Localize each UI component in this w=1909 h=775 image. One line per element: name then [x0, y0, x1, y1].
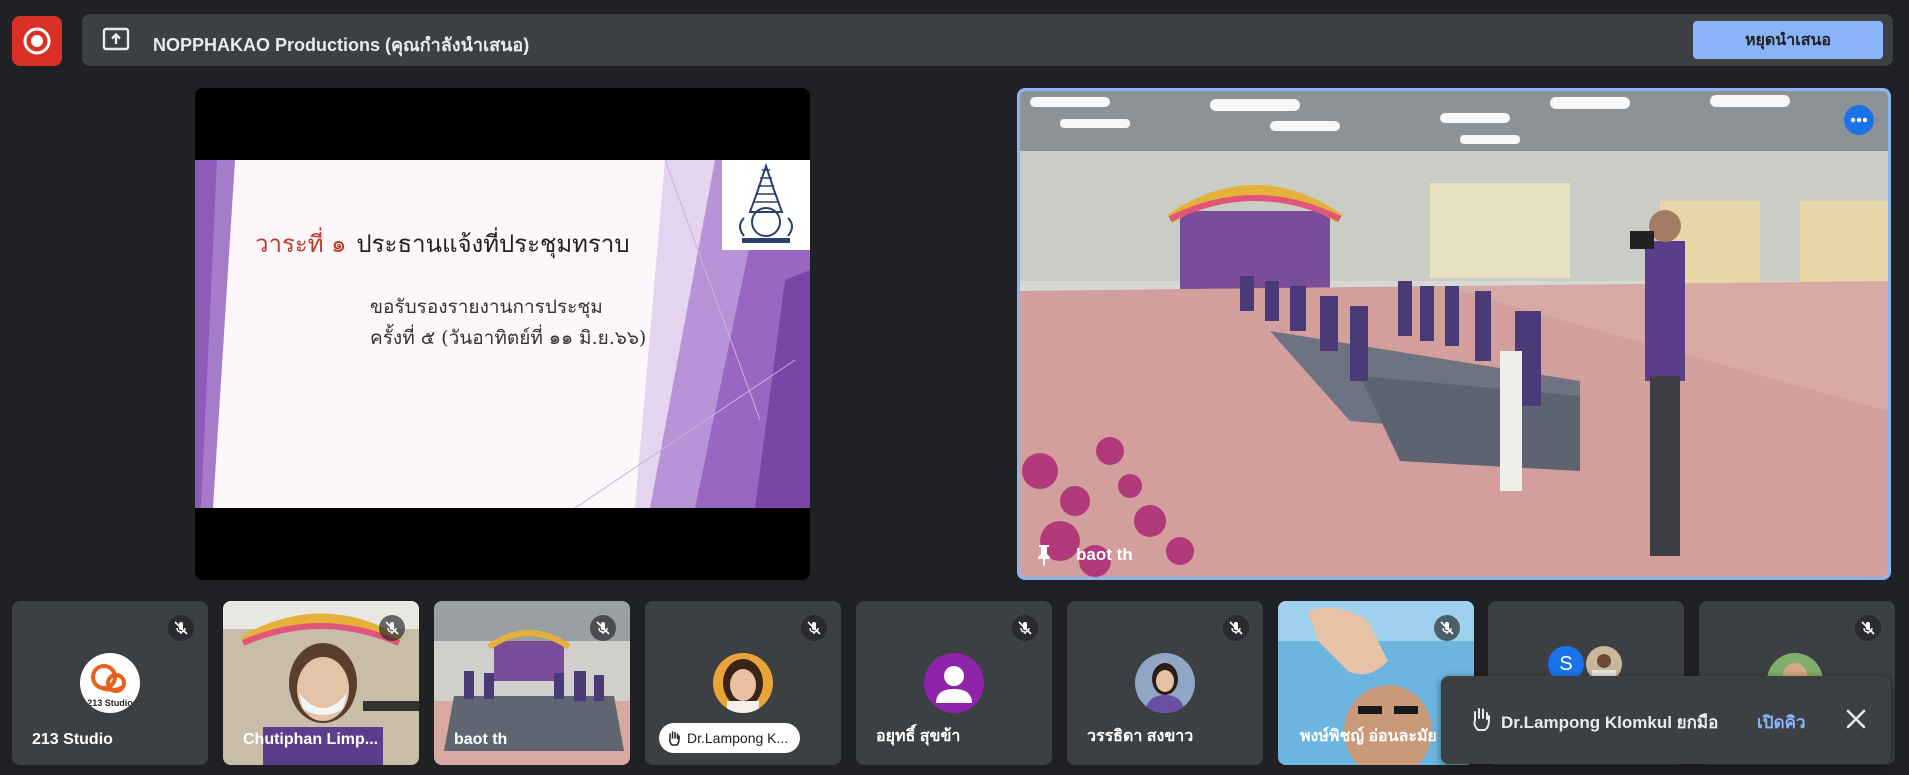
mic-off-icon: [1223, 615, 1249, 641]
profile-photo: [1145, 663, 1185, 713]
slide-body: ขอรับรองรายงานการประชุม ครั้งที่ ๕ (วันอ…: [370, 292, 646, 355]
stop-presenting-button[interactable]: หยุดนำเสนอ: [1693, 21, 1883, 59]
presentation-slide: วาระที่ ๑ ประธานแจ้งที่ประชุมทราบ ขอรับรอ…: [195, 160, 810, 508]
participant-tile[interactable]: Dr.Lampong K...: [645, 601, 841, 765]
more-options-button[interactable]: [1844, 105, 1874, 135]
slide-heading: วาระที่ ๑ ประธานแจ้งที่ประชุมทราบ: [255, 224, 630, 263]
participant-name: พงษ์พิชญ์ อ่อนละมัย: [1300, 728, 1437, 745]
profile-photo: [723, 659, 763, 713]
mic-off-icon: [590, 615, 616, 641]
pinned-video-tile[interactable]: baot th: [1017, 88, 1891, 580]
pin-icon: [1038, 545, 1050, 566]
emblem-icon: [739, 162, 793, 243]
mic-off-icon: [168, 615, 194, 641]
default-person-icon: [936, 666, 972, 703]
presenting-title: NOPPHAKAO Productions (คุณกำลังนำเสนอ): [153, 35, 530, 55]
recording-button[interactable]: [12, 16, 62, 66]
participant-tile[interactable]: Chutiphan Limp...: [223, 601, 419, 765]
participant-name: Dr.Lampong K...: [687, 730, 789, 746]
raised-hand-icon: [669, 731, 680, 746]
notification-message: Dr.Lampong Klomkul ยกมือ: [1501, 713, 1719, 732]
participant-tile[interactable]: อยุทธิ์ สุขข้า: [856, 601, 1052, 765]
shared-screen-tile[interactable]: วาระที่ ๑ ประธานแจ้งที่ประชุมทราบ ขอรับรอ…: [195, 88, 810, 580]
avatar-letter: S: [1559, 652, 1573, 675]
mic-off-icon: [1855, 615, 1881, 641]
mic-off-icon: [379, 615, 405, 641]
participant-tile[interactable]: 213 Studio 213 Studio: [12, 601, 208, 765]
participant-name: 213 Studio: [32, 731, 113, 748]
mic-off-icon: [801, 615, 827, 641]
avatar-text: 213 Studio: [87, 698, 133, 708]
participant-name: baot th: [1076, 545, 1133, 564]
close-icon[interactable]: [1843, 706, 1869, 732]
raised-hand-icon: [1473, 708, 1490, 731]
meeting-room-video: [1020, 91, 1888, 577]
participant-name: วรรธิดา สงขาว: [1087, 728, 1194, 745]
agenda-topic: ประธานแจ้งที่ประชุมทราบ: [356, 230, 630, 258]
agenda-number: วาระที่ ๑: [255, 230, 347, 258]
avatar: [713, 653, 773, 713]
slide-line: ครั้งที่ ๕ (วันอาทิตย์ที่ ๑๑ มิ.ย.๖๖): [370, 327, 647, 350]
avatar: [1135, 653, 1195, 713]
mic-off-icon: [1012, 615, 1038, 641]
participant-tile[interactable]: baot th: [434, 601, 630, 765]
participant-name: Chutiphan Limp...: [243, 731, 379, 748]
presenting-bar: NOPPHAKAO Productions (คุณกำลังนำเสนอ) ห…: [82, 14, 1893, 66]
present-screen-icon: [102, 27, 130, 51]
participant-tile[interactable]: วรรธิดา สงขาว: [1067, 601, 1263, 765]
record-icon: [23, 27, 51, 55]
open-queue-button[interactable]: เปิดคิว: [1757, 709, 1806, 736]
more-horizontal-icon: [1850, 117, 1868, 123]
participant-name: อยุทธิ์ สุขข้า: [876, 728, 961, 745]
avatar: 213 Studio: [80, 653, 140, 713]
participant-name: baot th: [454, 731, 508, 748]
avatar: [924, 653, 984, 713]
raised-hand-chip: Dr.Lampong K...: [659, 723, 801, 753]
organization-logo: [722, 160, 810, 250]
slide-line: ขอรับรองรายงานการประชุม: [370, 296, 603, 318]
mic-off-icon: [1434, 615, 1460, 641]
raised-hand-notification: Dr.Lampong Klomkul ยกมือ เปิดคิว: [1441, 676, 1891, 764]
